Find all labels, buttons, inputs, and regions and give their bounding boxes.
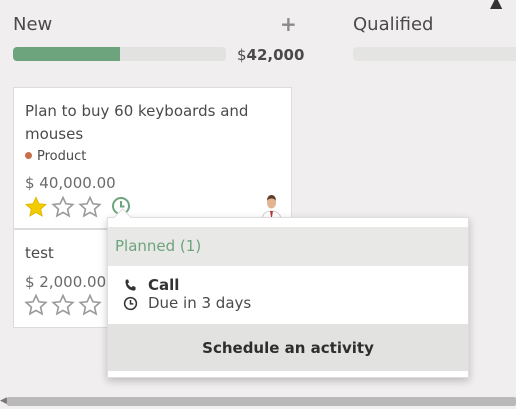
currency-symbol: $ — [237, 46, 247, 64]
schedule-activity-button[interactable]: Schedule an activity — [108, 324, 468, 371]
star-icon[interactable] — [78, 293, 102, 317]
star-icon[interactable] — [78, 195, 102, 219]
star-icon[interactable] — [24, 293, 48, 317]
add-card-icon[interactable]: + — [280, 12, 297, 36]
column-progress-bar[interactable] — [353, 47, 516, 61]
activity-due-date: Due in 3 days — [148, 294, 252, 312]
star-icon[interactable] — [51, 195, 75, 219]
column-progress-bar[interactable] — [13, 47, 226, 61]
activity-popover: Planned (1) Call Due in 3 days Schedule … — [107, 208, 469, 378]
activity-item[interactable]: Call Due in 3 days — [123, 276, 251, 312]
priority-stars — [24, 293, 102, 317]
horizontal-scrollbar[interactable]: ◀ — [0, 395, 516, 409]
expected-revenue: $ 2,000.00 — [25, 273, 107, 291]
kanban-card[interactable]: Plan to buy 60 keyboards and mouses Prod… — [13, 87, 292, 229]
activity-due-line: Due in 3 days — [123, 294, 251, 312]
activity-type-line: Call — [123, 276, 251, 294]
column-title: Qualified — [353, 14, 434, 35]
avatar[interactable] — [259, 193, 284, 220]
planned-section-title: Planned (1) — [115, 237, 202, 255]
card-title: Plan to buy 60 keyboards and mouses — [25, 102, 249, 143]
chevron-up-icon[interactable]: ▲ — [490, 0, 502, 11]
star-icon[interactable] — [24, 195, 48, 219]
activity-type: Call — [148, 276, 180, 294]
column-title: New — [13, 14, 53, 35]
column-total: $42,000 — [237, 46, 304, 64]
phone-icon — [125, 278, 136, 291]
tag-badge: Product — [25, 149, 86, 164]
tag-label: Product — [37, 149, 87, 164]
star-icon[interactable] — [51, 293, 75, 317]
scroll-left-arrow-icon[interactable]: ◀ — [0, 396, 7, 406]
progress-fill — [13, 47, 120, 61]
scrollbar-thumb[interactable] — [7, 397, 516, 406]
popover-header: Planned (1) — [108, 227, 468, 266]
expected-revenue: $ 40,000.00 — [25, 174, 116, 192]
priority-stars — [24, 195, 102, 219]
clock-icon — [123, 296, 138, 310]
total-amount: 42,000 — [246, 46, 305, 64]
tag-color-dot — [25, 152, 32, 159]
